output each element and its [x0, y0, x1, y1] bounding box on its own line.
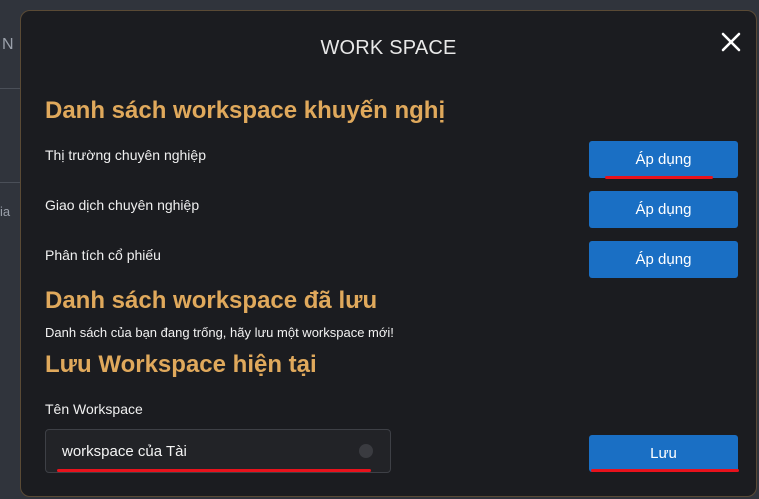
- modal-title: WORK SPACE: [320, 37, 457, 59]
- apply-button-thi-truong[interactable]: Áp dụng: [589, 141, 738, 178]
- save-button[interactable]: Lưu: [589, 435, 738, 472]
- background-divider: [0, 182, 20, 183]
- workspace-name-field[interactable]: [45, 429, 391, 473]
- annotation-underline: [57, 469, 371, 472]
- background-text-fragment: N: [2, 36, 14, 53]
- annotation-underline: [605, 176, 713, 179]
- workspace-modal: WORK SPACE Danh sách workspace khuyến ng…: [20, 10, 757, 497]
- recommended-item-label: Phân tích cổ phiếu: [45, 247, 161, 263]
- clear-icon[interactable]: [359, 444, 373, 458]
- recommended-item-label: Thị trường chuyên nghiệp: [45, 147, 206, 163]
- annotation-underline: [591, 469, 739, 472]
- saved-empty-message: Danh sách của bạn đang trống, hãy lưu mộ…: [45, 325, 394, 340]
- apply-button-giao-dich[interactable]: Áp dụng: [589, 191, 738, 228]
- workspace-name-label: Tên Workspace: [45, 401, 143, 417]
- workspace-name-input[interactable]: [62, 430, 352, 472]
- background-divider: [0, 88, 20, 89]
- recommended-item-label: Giao dịch chuyên nghiệp: [45, 197, 200, 213]
- saved-heading: Danh sách workspace đã lưu: [45, 287, 378, 314]
- background-text-fragment: ia: [0, 204, 11, 219]
- save-current-heading: Lưu Workspace hiện tại: [45, 351, 317, 378]
- apply-button-phan-tich[interactable]: Áp dụng: [589, 241, 738, 278]
- close-icon[interactable]: [720, 31, 742, 53]
- recommended-heading: Danh sách workspace khuyến nghị: [45, 97, 446, 124]
